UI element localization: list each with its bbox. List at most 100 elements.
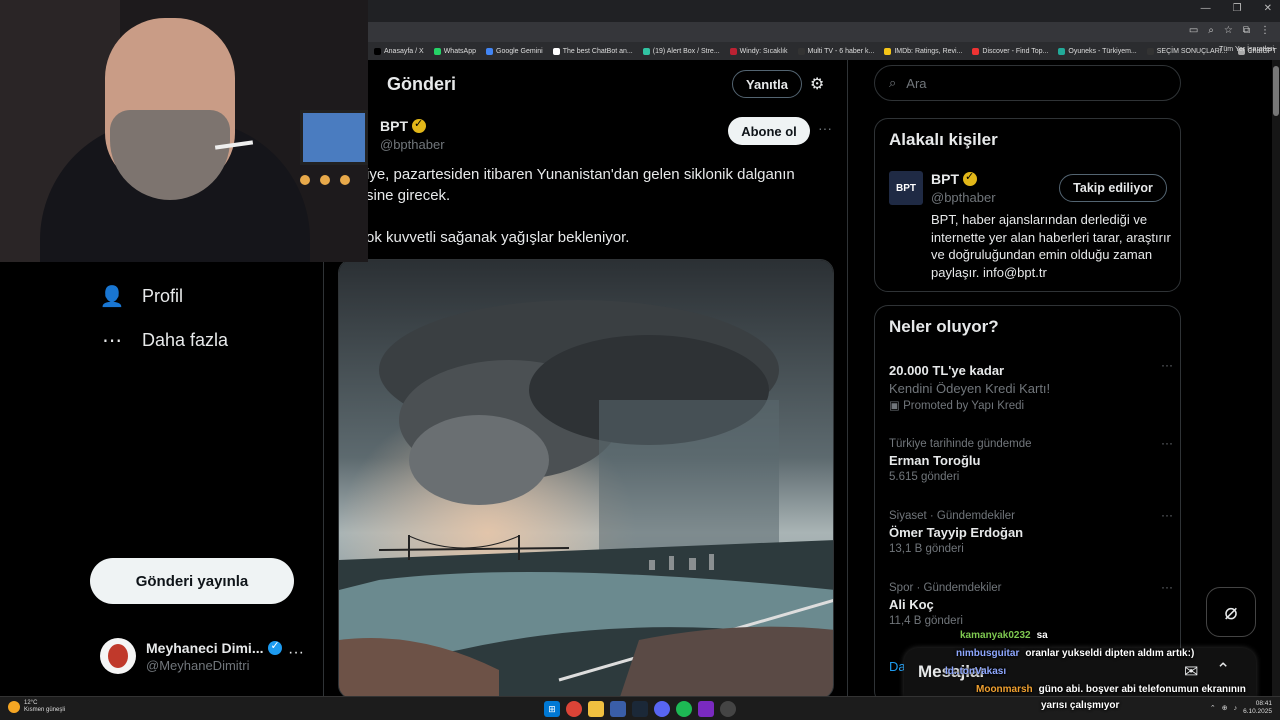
trend-topic: Erman Toroğlu <box>889 453 981 468</box>
system-tray: ⌃ ⊕ ♪ 08:41 6.10.2025 <box>1210 700 1272 716</box>
trend-count: 13,1 B gönderi <box>889 543 964 555</box>
extensions-icon[interactable]: ⧉ <box>1243 25 1250 36</box>
filter-icon[interactable]: ⚙ <box>810 74 824 94</box>
chat-username: ld..tonVakası <box>945 666 1007 677</box>
steam-icon[interactable] <box>632 701 648 717</box>
bookmark-label: (19) Alert Box / Stre... <box>652 47 720 55</box>
post-author-name[interactable]: BPT <box>380 118 408 134</box>
chat-username: nimbusguitar <box>956 648 1020 659</box>
app-icon[interactable] <box>720 701 736 717</box>
cast-icon[interactable]: ▭ <box>1189 25 1198 36</box>
start-icon[interactable]: ⊞ <box>544 701 560 717</box>
bookmark-item[interactable]: IMDb: Ratings, Revi... <box>884 47 962 55</box>
bookmark-favicon-icon <box>1146 47 1154 55</box>
trend-count: 11,4 B gönderi <box>889 615 963 627</box>
trend-meta: Türkiye tarihinde gündemde <box>889 438 1032 450</box>
folder-icon[interactable] <box>588 701 604 717</box>
bookmark-item[interactable]: Multi TV - 6 haber k... <box>797 47 874 55</box>
post-image[interactable] <box>338 259 834 696</box>
search-icon: ⌕ <box>889 75 897 90</box>
promoted-icon: ▣ <box>889 400 904 412</box>
chat-username: kamanyak0232 <box>960 630 1031 641</box>
account-more-icon[interactable]: ··· <box>288 644 304 662</box>
bookmark-item[interactable]: Discover - Find Top... <box>972 47 1049 55</box>
trend-topic: Ali Koç <box>889 597 934 612</box>
app-icon[interactable] <box>610 701 626 717</box>
star-icon[interactable]: ☆ <box>1224 25 1233 36</box>
all-bookmarks-button[interactable]: Tüm Yer İşaretleri <box>1219 46 1274 53</box>
chat-message: nimbusguitar oranlar yukseldi dipten aldı… <box>956 648 1194 659</box>
webcam-overlay <box>0 0 368 262</box>
obs-icon[interactable] <box>698 701 714 717</box>
maximize-icon[interactable]: ❐ <box>1233 3 1242 14</box>
post-author-handle[interactable]: @bpthaber <box>380 137 445 152</box>
account-switcher[interactable]: Meyhaneci Dimi... @MeyhaneDimitri ··· <box>100 638 304 674</box>
trend-item[interactable]: Spor · Gündemdekiler Ali Koç 11,4 B gönder… <box>889 580 1173 627</box>
trend-ad[interactable]: 20.000 TL'ye kadar Kendini Ödeyen Kredi … <box>889 358 1173 412</box>
minimize-icon[interactable]: — <box>1201 3 1211 14</box>
post-author[interactable]: BPT @bpthaber <box>380 117 445 152</box>
trend-ad-subtitle: Kendini Ödeyen Kredi Kartı! <box>889 381 1051 396</box>
expand-icon[interactable]: ⌃ <box>1216 660 1230 680</box>
clock-date: 6.10.2025 <box>1243 708 1272 715</box>
trend-item[interactable]: Türkiye tarihinde gündemde Erman Toroğlu 5… <box>889 436 1173 483</box>
trend-item[interactable]: Siyaset · Gündemdekiler Ömer Tayyip Erdoğ… <box>889 508 1173 555</box>
discord-icon[interactable] <box>654 701 670 717</box>
subscribe-button[interactable]: Abone ol <box>728 117 810 145</box>
chat-username: Moonmarsh <box>976 684 1033 695</box>
bookmark-label: Anasayfa / X <box>384 47 424 55</box>
search-placeholder: Ara <box>906 75 927 91</box>
nav-item-label: Daha fazla <box>142 329 229 350</box>
bookmark-item[interactable]: Anasayfa / X <box>374 47 424 55</box>
new-message-icon[interactable]: ✉ <box>1184 662 1198 682</box>
scrollbar-thumb[interactable] <box>1273 66 1279 116</box>
post-text-line: sine girecek. <box>366 187 451 204</box>
bookmark-item[interactable]: Google Gemini <box>486 47 543 55</box>
bookmark-item[interactable]: WhatsApp <box>433 47 476 55</box>
bookmark-favicon-icon <box>729 47 737 55</box>
spotify-icon[interactable] <box>676 701 692 717</box>
bookmark-favicon-icon <box>486 47 493 55</box>
volume-icon[interactable]: ♪ <box>1234 705 1238 712</box>
bookmark-item[interactable]: SEÇİM SONUÇLARI... <box>1146 47 1228 55</box>
chat-message: ld..tonVakası <box>945 666 1012 677</box>
trends-card: Neler oluyor? 20.000 TL'ye kadar Kendini… <box>874 305 1181 705</box>
bookmark-item[interactable]: Oyuneks - Türkiyem... <box>1058 47 1137 55</box>
zoom-icon[interactable]: ⌕ <box>1208 25 1214 36</box>
grok-button[interactable]: ⌀ <box>1206 587 1256 637</box>
bookmark-item[interactable]: (19) Alert Box / Stre... <box>642 47 720 55</box>
post-text: iye, pazartesiden itibaren Yunanistan'da… <box>366 164 806 248</box>
post-more-icon[interactable]: ··· <box>818 120 832 136</box>
reply-button[interactable]: Yanıtla <box>732 70 802 98</box>
trend-more-icon[interactable]: ··· <box>1161 358 1173 372</box>
clock-time: 08:41 <box>1255 700 1272 707</box>
clock[interactable]: 08:41 6.10.2025 <box>1243 700 1272 716</box>
search-input[interactable]: ⌕ Ara <box>874 65 1181 101</box>
nav-item-profil[interactable]: 👤 Profil <box>100 284 183 308</box>
trend-more-icon[interactable]: ··· <box>1161 580 1173 594</box>
trend-meta: Spor · Gündemdekiler <box>889 582 1002 594</box>
weather-widget[interactable]: 12°C Kısmen güneşli <box>8 700 65 714</box>
trend-more-icon[interactable]: ··· <box>1161 436 1173 450</box>
bookmark-item[interactable]: The best ChatBot an... <box>552 47 633 55</box>
following-button[interactable]: Takip ediliyor <box>1059 174 1167 202</box>
trend-ad-topic: 20.000 TL'ye kadar <box>889 363 1005 378</box>
page-scrollbar[interactable] <box>1272 60 1280 696</box>
post-button[interactable]: Gönderi yayınla <box>90 558 294 604</box>
bookmark-label: Discover - Find Top... <box>982 47 1049 55</box>
related-person-name[interactable]: BPT <box>931 171 959 187</box>
avatar[interactable]: BPT <box>889 171 923 205</box>
bookmark-favicon-icon <box>797 47 805 55</box>
trend-more-icon[interactable]: ··· <box>1161 508 1173 522</box>
close-icon[interactable]: ✕ <box>1264 3 1272 14</box>
network-icon[interactable]: ⊕ <box>1222 704 1228 712</box>
bookmark-item[interactable]: Windy: Sıcaklık <box>729 47 788 55</box>
more-circle-icon: ⋯ <box>102 329 122 352</box>
chrome-icon[interactable] <box>566 701 582 717</box>
account-handle: @MeyhaneDimitri <box>146 657 250 673</box>
menu-icon[interactable]: ⋮ <box>1260 25 1270 36</box>
trend-topic: Ömer Tayyip Erdoğan <box>889 525 1024 540</box>
nav-item-daha-fazla[interactable]: ⋯ Daha fazla <box>100 328 228 352</box>
chat-text: güno abi. boşver abi telefonumun ekranın… <box>1038 684 1246 695</box>
tray-chevron-icon[interactable]: ⌃ <box>1210 704 1216 712</box>
